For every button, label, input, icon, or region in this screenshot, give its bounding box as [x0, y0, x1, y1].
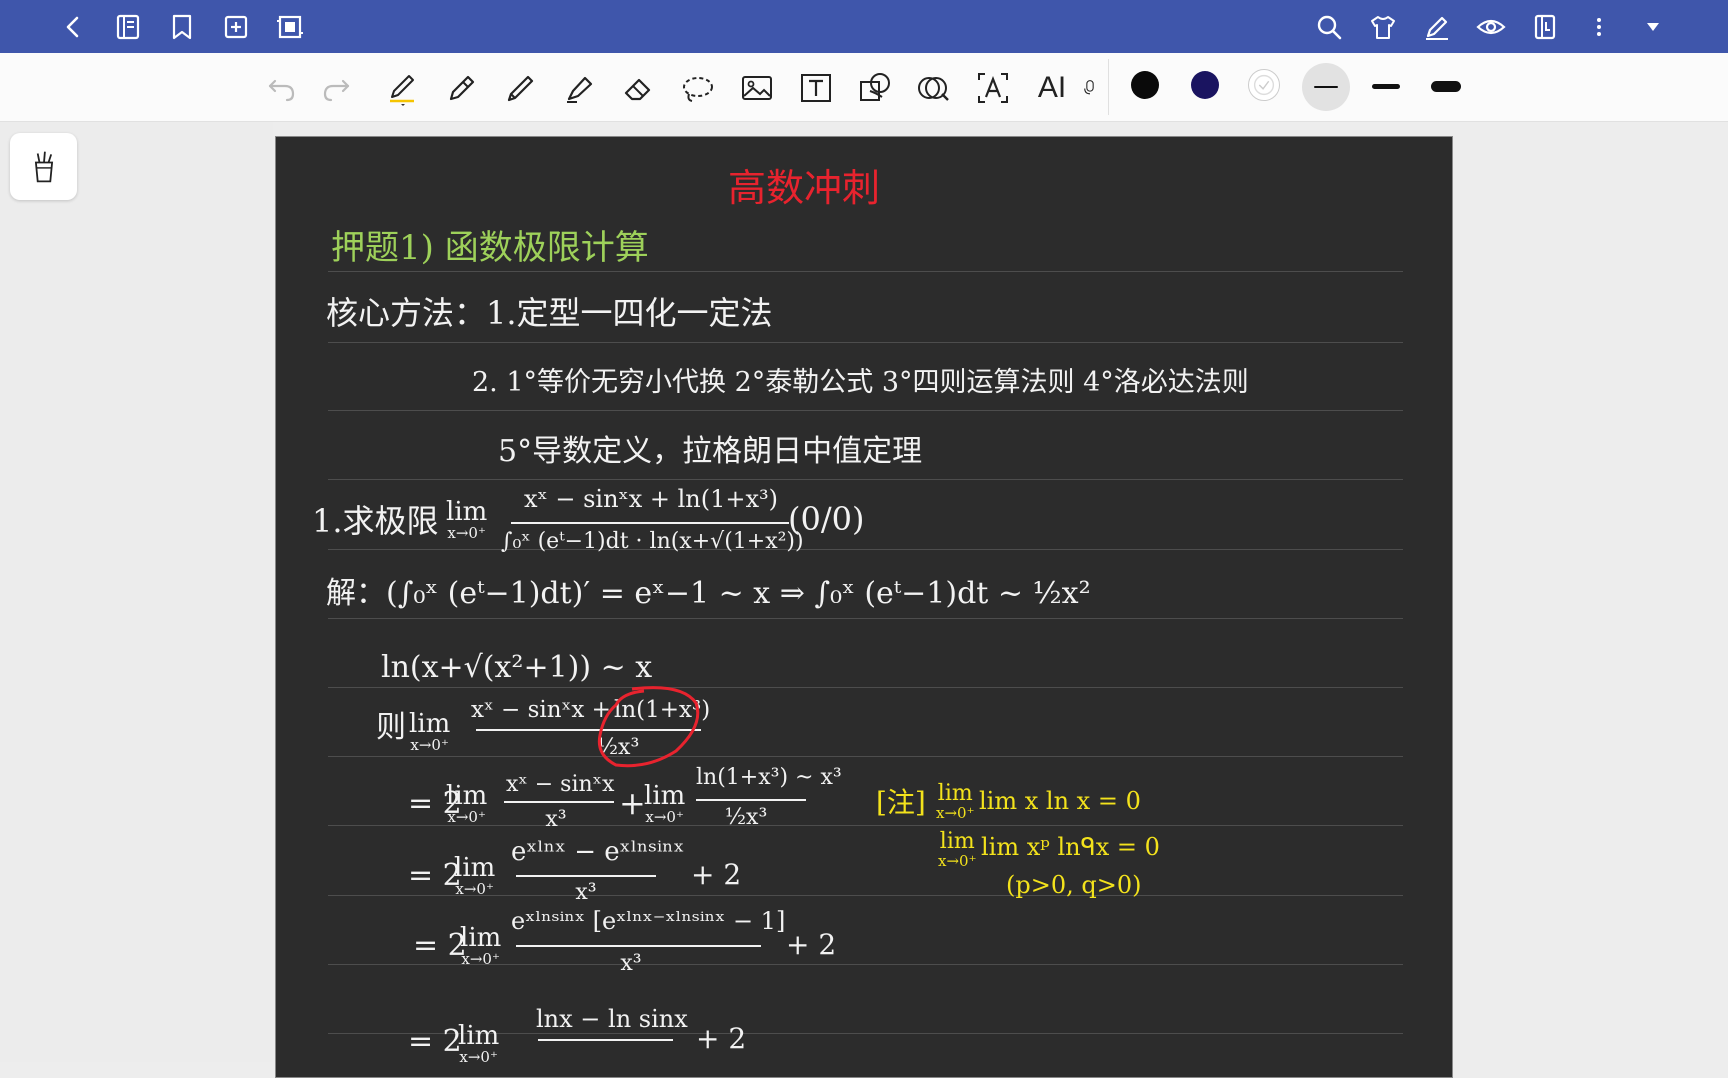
ocr-text-icon[interactable]: [970, 65, 1016, 111]
color-white-swatch[interactable]: [1248, 69, 1280, 101]
toolbar-divider: [1108, 59, 1109, 115]
top-navigation-bar: [0, 0, 1728, 53]
step4-limit: lim x→0⁺: [458, 1021, 500, 1066]
step2-suffix: + 2: [691, 858, 742, 891]
note-title: 高数冲刺: [728, 166, 881, 210]
left-sidebar: [0, 122, 273, 1062]
fraction-bar: [538, 1039, 673, 1041]
search-icon[interactable]: [1311, 9, 1347, 45]
add-page-icon[interactable]: [218, 9, 254, 45]
problem-limit: lim x→0⁺: [446, 497, 488, 542]
remark-label: [注]: [876, 786, 926, 819]
note-page-canvas[interactable]: 高数冲刺 押题1) 函数极限计算 核心方法：1.定型一四化一定法 2. 1°等价…: [275, 136, 1453, 1078]
ruled-line: [328, 687, 1403, 688]
color-black-swatch[interactable]: [1131, 71, 1159, 99]
highlighter-icon[interactable]: [557, 65, 603, 111]
step2-numerator: eˣˡⁿˣ − eˣˡⁿˢⁱⁿˣ: [511, 837, 685, 867]
ai-label: AI: [1037, 71, 1067, 104]
ruled-line: [328, 479, 1403, 480]
pen-cup-icon: [34, 151, 53, 182]
microphone-icon[interactable]: [1080, 65, 1100, 111]
dropdown-triangle-icon[interactable]: [1635, 9, 1671, 45]
color-navy-swatch[interactable]: [1191, 71, 1219, 99]
step1-limit-1: lim x→0⁺: [446, 781, 488, 826]
problem-prefix: 1.求极限: [312, 502, 439, 540]
fraction-bar: [516, 875, 656, 877]
pencil-icon[interactable]: [498, 65, 544, 111]
back-chevron-icon[interactable]: [55, 9, 91, 45]
step4-suffix: + 2: [696, 1022, 747, 1055]
section-heading: 押题1) 函数极限计算: [331, 228, 649, 268]
ruled-line: [328, 342, 1403, 343]
solution-line-2: ln(x+√(x²+1)) ~ x: [381, 650, 653, 685]
more-vertical-icon[interactable]: [1581, 9, 1617, 45]
step3-prefix: = 2: [413, 928, 467, 963]
ruled-line: [328, 410, 1403, 411]
eye-view-icon[interactable]: [1473, 9, 1509, 45]
indeterminate-form: (0/0): [788, 500, 865, 538]
methods-line: 2. 1°等价无穷小代换 2°泰勒公式 3°四则运算法则 4°洛必达法则: [472, 367, 1249, 398]
red-circle-annotation: [597, 686, 700, 768]
ai-tool[interactable]: AI: [1029, 65, 1075, 111]
step1-numerator-1: xˣ − sinˣx: [506, 772, 615, 797]
step3-denominator: x³: [620, 951, 642, 976]
step2-limit: lim x→0⁺: [454, 853, 496, 898]
step4-prefix: = 2: [408, 1024, 462, 1059]
bookmark-icon[interactable]: [164, 9, 200, 45]
fraction-bar: [516, 945, 761, 947]
remark-line-3: (p>0, q>0): [1006, 871, 1142, 899]
then-limit: lim x→0⁺: [409, 709, 451, 754]
text-box-icon[interactable]: [793, 65, 839, 111]
step1-denominator-2: ½x³: [724, 805, 768, 830]
step2-denominator: x³: [575, 880, 597, 905]
step1-denominator-1: x³: [545, 807, 567, 832]
pen-holder-toolbox-button[interactable]: [10, 133, 77, 200]
fountain-pen-icon[interactable]: [439, 65, 485, 111]
lasso-icon[interactable]: [675, 65, 721, 111]
eraser-icon[interactable]: [616, 65, 662, 111]
redo-icon[interactable]: [313, 65, 359, 111]
core-method-line: 核心方法：1.定型一四化一定法: [326, 294, 773, 332]
step3-limit: lim x→0⁺: [460, 923, 502, 968]
undo-icon[interactable]: [259, 65, 305, 111]
step1-plus: +: [619, 784, 646, 822]
remark-line-2: lim xᵖ lnᑫx = 0: [981, 833, 1160, 861]
tshirt-theme-icon[interactable]: [1365, 9, 1401, 45]
step3-suffix: + 2: [786, 928, 837, 961]
image-insert-icon[interactable]: [734, 65, 780, 111]
fraction-bar: [504, 801, 614, 803]
problem-numerator: xˣ − sinˣx + ln(1+x³): [524, 485, 778, 513]
right-background: [1453, 122, 1728, 1062]
step1-numerator-2: ln(1+x³) ~ x³: [696, 765, 842, 790]
sticker-magnifier-icon[interactable]: [911, 65, 957, 111]
ruled-line: [328, 549, 1403, 550]
remark-limit-2: lim x→0⁺: [938, 829, 977, 870]
step3-numerator: eˣˡⁿˢⁱⁿˣ [eˣˡⁿˣ⁻ˣˡⁿˢⁱⁿˣ − 1]: [511, 907, 786, 935]
problem-denominator: ∫₀ˣ (eᵗ−1)dt · ln(x+√(1+x²)): [501, 529, 804, 554]
ruled-line: [328, 271, 1403, 272]
crop-page-icon[interactable]: [272, 9, 308, 45]
step1-limit-2: lim x→0⁺: [644, 781, 686, 826]
shape-tool-icon[interactable]: [852, 65, 898, 111]
stroke-thick[interactable]: [1422, 63, 1470, 111]
page-layout-icon[interactable]: [1527, 9, 1563, 45]
notebook-outline-icon[interactable]: [110, 9, 146, 45]
ruled-line: [328, 756, 1403, 757]
step4-numerator: lnx − ln sinx: [536, 1005, 688, 1033]
remark-limit-1: lim x→0⁺: [936, 781, 975, 822]
fraction-bar: [696, 799, 806, 801]
methods-line-2: 5°导数定义，拉格朗日中值定理: [498, 434, 923, 469]
then-prefix: 则: [376, 710, 406, 745]
ballpoint-pen-icon[interactable]: [380, 65, 426, 111]
stroke-thin-selected[interactable]: [1302, 63, 1350, 111]
fraction-bar: [511, 522, 789, 524]
ruled-line: [328, 825, 1403, 826]
remark-line-1: lim x ln x = 0: [979, 787, 1141, 815]
pen-edit-icon[interactable]: [1419, 9, 1455, 45]
ruled-line: [328, 618, 1403, 619]
solution-line-1: 解：(∫₀ˣ (eᵗ−1)dt)′ = eˣ−1 ~ x ⇒ ∫₀ˣ (eᵗ−1…: [326, 576, 1091, 611]
stroke-medium[interactable]: [1362, 63, 1410, 111]
